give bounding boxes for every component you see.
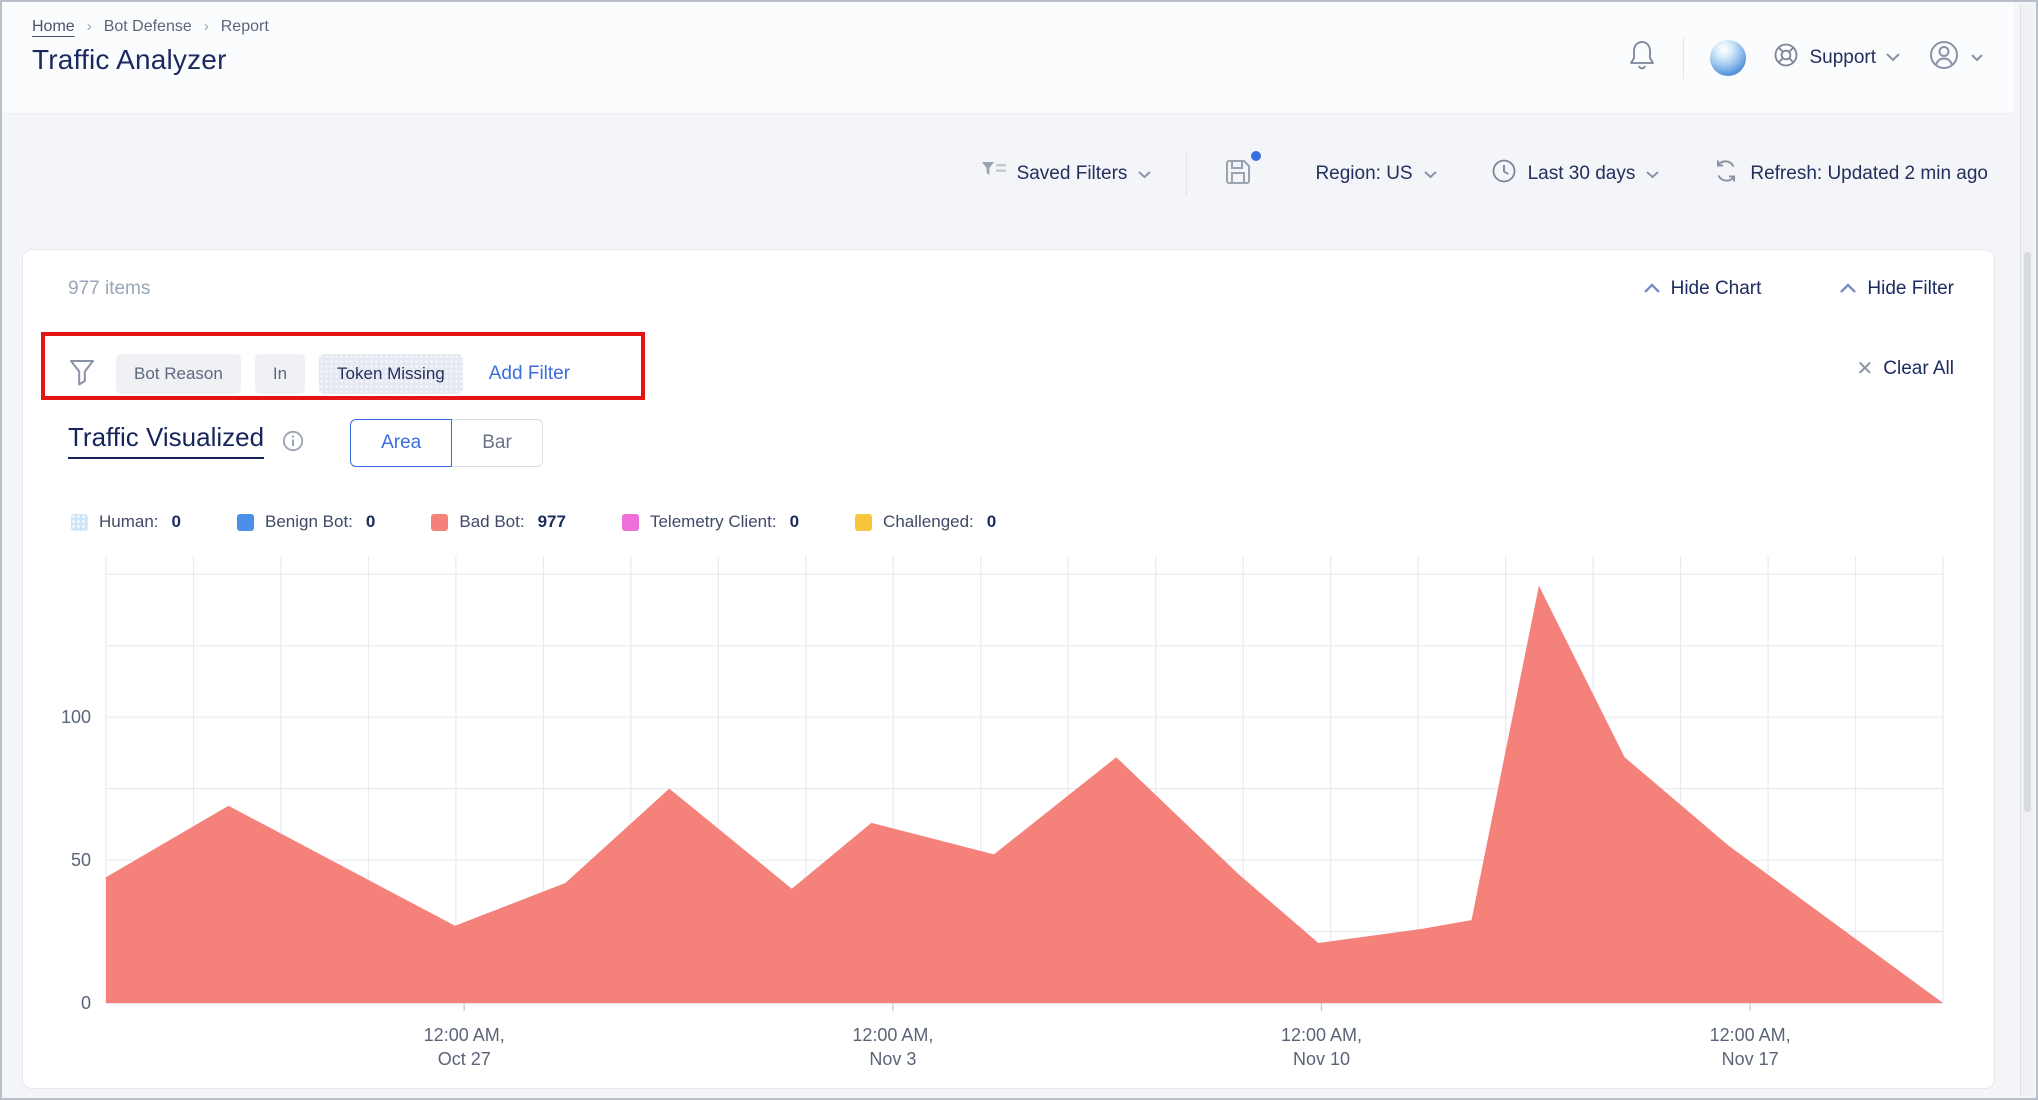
page-title: Traffic Analyzer xyxy=(32,44,227,75)
chart-type-toggle: Area Bar xyxy=(350,419,543,467)
hide-chart-label: Hide Chart xyxy=(1670,278,1762,299)
refresh-status-label: Refresh: Updated 2 min ago xyxy=(1750,163,1988,184)
chart-legend: Human: 0 Benign Bot: 0 Bad Bot: 977 Telemetry … xyxy=(71,512,996,532)
breadcrumb-separator-icon: › xyxy=(86,17,92,35)
page-scrollbar[interactable] xyxy=(2020,4,2034,1096)
bad-bot-area-series[interactable] xyxy=(106,585,1943,1003)
saved-filters-label: Saved Filters xyxy=(1016,163,1128,184)
hide-filter-label: Hide Filter xyxy=(1867,278,1954,299)
filter-bar: Bot Reason In Token Missing Add Filter xyxy=(68,348,570,400)
header-actions: Support xyxy=(1627,2,1984,113)
legend-value: 0 xyxy=(789,512,800,531)
x-axis-label: Nov 10 xyxy=(1293,1049,1350,1069)
y-axis-label: 50 xyxy=(71,850,91,870)
breadcrumb-bot-defense: Bot Defense xyxy=(103,18,192,35)
chevron-down-icon xyxy=(1137,163,1152,185)
hide-chart-button[interactable]: Hide Chart xyxy=(1643,278,1762,300)
x-axis-label: Nov 3 xyxy=(869,1049,916,1069)
refresh-button[interactable]: Refresh: Updated 2 min ago xyxy=(1712,157,1988,191)
region-dropdown[interactable]: Region: US xyxy=(1315,163,1437,185)
x-axis-label: Oct 27 xyxy=(438,1049,491,1069)
tenant-avatar[interactable] xyxy=(1710,39,1747,76)
filter-operator-chip[interactable]: In xyxy=(254,354,306,394)
legend-value: 977 xyxy=(537,512,566,531)
clear-x-icon: ✕ xyxy=(1856,358,1874,380)
y-axis-label: 100 xyxy=(61,707,91,727)
legend-value: 0 xyxy=(365,512,376,531)
items-count: 977 items xyxy=(68,278,151,299)
legend-swatch-icon xyxy=(237,513,254,531)
support-label: Support xyxy=(1809,46,1876,68)
user-account-icon xyxy=(1927,38,1961,77)
report-panel: 977 items Hide Chart Hide Filter Bot Rea… xyxy=(22,249,1995,1089)
header-divider xyxy=(1683,36,1685,79)
chevron-down-icon xyxy=(1885,49,1901,67)
x-axis-label: Nov 17 xyxy=(1722,1049,1779,1069)
unsaved-changes-dot xyxy=(1251,150,1262,161)
legend-value: 0 xyxy=(986,512,997,531)
area-view-button[interactable]: Area xyxy=(350,419,453,467)
add-filter-button[interactable]: Add Filter xyxy=(489,363,570,385)
legend-label: Human: xyxy=(99,512,159,531)
info-icon[interactable] xyxy=(282,430,304,457)
breadcrumb-report: Report xyxy=(220,18,269,35)
hide-filter-button[interactable]: Hide Filter xyxy=(1839,278,1954,300)
legend-label: Bad Bot: xyxy=(459,512,525,531)
breadcrumb-home-link[interactable]: Home xyxy=(32,18,75,36)
chevron-down-icon xyxy=(1645,163,1660,185)
refresh-icon xyxy=(1712,157,1740,191)
legend-label: Challenged: xyxy=(883,512,974,531)
legend-item[interactable]: Bad Bot: 977 xyxy=(431,512,566,532)
legend-label: Telemetry Client: xyxy=(649,512,777,531)
chart-section-header: Traffic Visualized Area Bar xyxy=(68,419,543,467)
user-menu[interactable] xyxy=(1927,38,1984,77)
breadcrumb: Home › Bot Defense › Report xyxy=(32,18,269,36)
filter-field-chip[interactable]: Bot Reason xyxy=(116,354,241,394)
legend-swatch-icon xyxy=(431,513,449,531)
clock-icon xyxy=(1490,157,1518,191)
panel-view-toggles: Hide Chart Hide Filter xyxy=(1643,278,1954,300)
region-label: Region: US xyxy=(1315,163,1413,184)
chevron-up-icon xyxy=(1839,278,1857,300)
x-axis-label: 12:00 AM, xyxy=(852,1025,933,1045)
support-menu[interactable]: Support xyxy=(1772,41,1901,74)
toolbar-divider xyxy=(1186,152,1188,196)
legend-swatch-icon xyxy=(855,513,873,531)
page-scrollbar-thumb[interactable] xyxy=(2024,252,2031,812)
filter-list-icon xyxy=(981,160,1007,188)
notification-bell-icon[interactable] xyxy=(1627,39,1657,76)
clear-all-label: Clear All xyxy=(1883,357,1954,379)
x-axis-label: 12:00 AM, xyxy=(1281,1025,1362,1045)
filter-funnel-icon xyxy=(68,357,96,392)
x-axis-label: 12:00 AM, xyxy=(424,1025,505,1045)
legend-value: 0 xyxy=(171,512,181,531)
bar-view-button[interactable]: Bar xyxy=(452,419,543,467)
legend-item[interactable]: Benign Bot: 0 xyxy=(237,512,375,532)
report-toolbar: Saved Filters Region: US Last 30 days Re… xyxy=(2,150,1988,196)
breadcrumb-separator-icon: › xyxy=(203,17,209,35)
traffic-area-chart[interactable]: 0 50 100 12:00 AM, Oct 27 12:00 AM, Nov 3 12:00… xyxy=(23,550,1994,1085)
app-window: Home › Bot Defense › Report Traffic Anal… xyxy=(0,0,2038,1100)
y-axis-label: 0 xyxy=(81,993,91,1013)
chevron-down-icon xyxy=(1970,49,1984,67)
saved-filters-dropdown[interactable]: Saved Filters xyxy=(981,160,1153,188)
time-range-dropdown[interactable]: Last 30 days xyxy=(1490,157,1661,191)
legend-swatch-icon xyxy=(71,513,88,531)
filter-value-chip[interactable]: Token Missing xyxy=(319,354,463,394)
legend-label: Benign Bot: xyxy=(265,512,353,531)
legend-item[interactable]: Challenged: 0 xyxy=(855,512,996,532)
legend-swatch-icon xyxy=(621,513,639,531)
time-range-label: Last 30 days xyxy=(1527,163,1636,184)
app-header: Home › Bot Defense › Report Traffic Anal… xyxy=(2,2,2014,114)
support-lifering-icon xyxy=(1772,41,1800,74)
chevron-down-icon xyxy=(1423,163,1438,185)
legend-item[interactable]: Human: 0 xyxy=(71,512,181,532)
chevron-up-icon xyxy=(1643,278,1661,300)
save-filter-button[interactable] xyxy=(1221,150,1263,194)
legend-item[interactable]: Telemetry Client: 0 xyxy=(621,512,800,532)
traffic-visualized-title[interactable]: Traffic Visualized xyxy=(68,422,265,459)
x-axis-label: 12:00 AM, xyxy=(1710,1025,1791,1045)
clear-all-button[interactable]: ✕ Clear All xyxy=(1856,356,1954,381)
